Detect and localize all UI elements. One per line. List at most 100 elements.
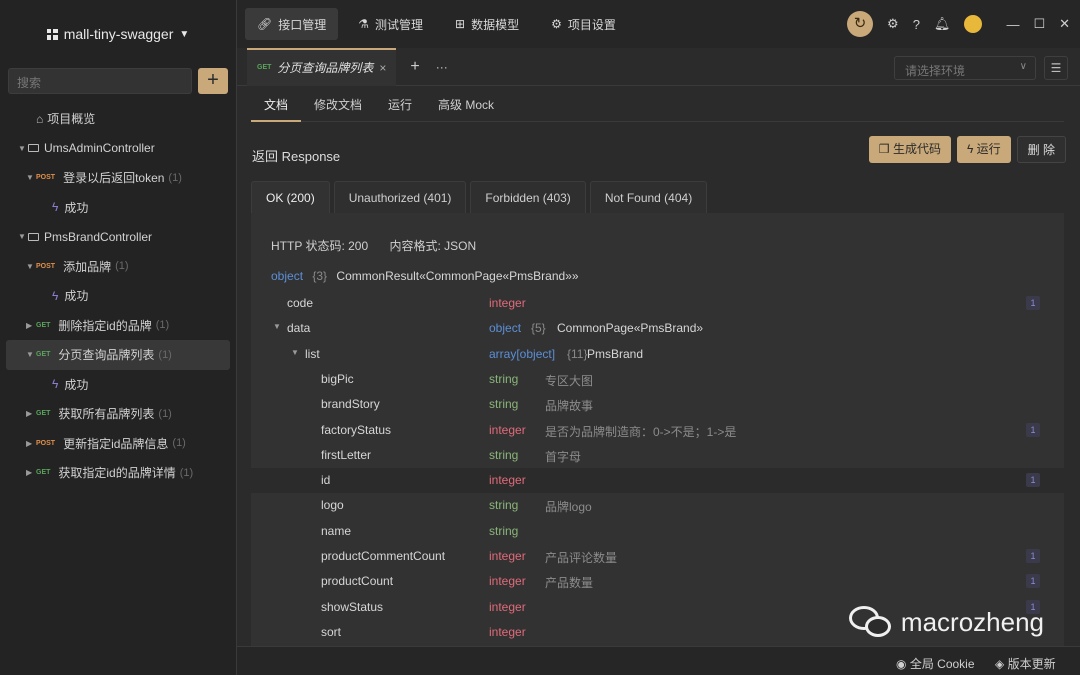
delete-button[interactable]: 删 除 [1016,136,1066,163]
sidebar-api[interactable]: ▶ GET 获取指定id的品牌详情 (1) [0,458,236,488]
count-badge: (1) [172,437,186,450]
top-bar: 🔗︎ 接口管理 ⚗︎ 测试管理 ⊞ 数据模型 ⚙︎ 项目设置 ↻ ⚙︎ ? 🔔︎ — ☐… [237,0,1080,48]
field-ref: CommonPage«PmsBrand» [557,321,704,336]
sidebar-folder[interactable]: ▼ PmsBrandController [0,222,236,252]
bolt-icon: ϟ [966,142,977,156]
caret-down-icon[interactable]: ▼ [291,348,299,357]
sidebar-api[interactable]: ▼ POST 登录以后返回token (1) [0,163,236,193]
field-desc: 品牌logo [545,500,592,515]
search-input[interactable]: 搜索 [8,68,192,94]
more-tabs-button[interactable]: ··· [436,60,448,74]
field-badge: 1 [1026,549,1040,563]
caret-down-icon: ▼ [18,232,26,242]
method-badge: GET [36,351,51,359]
method-badge: GET [257,64,272,71]
field-badge: 1 [1026,473,1040,488]
sidebar-api[interactable]: ▼ POST 添加品牌 (1) [0,252,236,282]
global-cookie-button[interactable]: ◉ 全局 Cookie [896,655,975,672]
schema-row: productCount integer 产品数量 1 [251,569,1064,594]
project-selector[interactable]: mall-tiny-swagger ▼ [0,0,236,68]
field-name: sort [321,624,342,639]
method-badge: POST [36,439,56,447]
field-type: string [489,447,519,462]
caret-down-icon: ▼ [18,143,26,153]
request-tab-title: 分页查询品牌列表 [277,61,374,75]
sidebar-response[interactable]: ϟ 成功 [0,370,236,400]
tab-edit-doc[interactable]: 修改文档 [301,86,375,122]
tab-ok-200[interactable]: OK (200) [251,181,330,213]
sidebar-api[interactable]: ▶ GET 获取所有品牌列表 (1) [0,399,236,429]
version-update-button[interactable]: ◈ 版本更新 [995,655,1056,672]
status-code: HTTP 状态码: 200 [271,239,369,253]
maximize-icon[interactable]: ☐ [1033,16,1045,32]
caret-down-icon: ▼ [179,28,190,40]
field-name: firstLetter [321,447,372,462]
tab-api-management[interactable]: 🔗︎ 接口管理 [245,8,339,40]
avatar[interactable] [964,15,983,33]
close-icon[interactable]: ✕ [1059,16,1070,32]
folder-icon [28,232,39,241]
field-name: bigPic [321,371,354,386]
field-name: code [287,296,314,310]
request-tab[interactable]: GET 分页查询品牌列表 × [247,47,397,86]
schema-row: name string [251,519,1064,544]
field-desc: 是否为品牌制造商：0->不是；1->是 [545,424,737,439]
field-type: string [489,523,519,538]
field-type: integer [489,549,526,563]
sidebar: mall-tiny-swagger ▼ 搜索 + ⌂ 项目概览 ▼ UmsAdmi… [0,0,237,675]
sidebar-item-overview[interactable]: ⌂ 项目概览 [0,104,236,134]
count-badge: (1) [155,319,170,332]
bell-icon[interactable]: 🔔︎ [934,16,951,32]
response-code-tabs: OK (200) Unauthorized (401) Forbidden (4… [251,181,708,213]
tab-forbidden-403[interactable]: Forbidden (403) [470,181,586,213]
field-type: integer [489,422,526,437]
caret-right-icon: ▶ [26,468,33,478]
add-button[interactable]: + [198,68,228,94]
schema-root: object {3} CommonResult«CommonPage«PmsBr… [271,269,579,283]
close-tab-icon[interactable]: × [379,61,386,75]
field-desc: 产品评论数量 [545,551,618,565]
sync-icon[interactable]: ↻ [847,11,874,37]
sidebar-response[interactable]: ϟ 成功 [0,281,236,311]
sidebar-item-label: 分页查询品牌列表 [58,348,155,363]
schema-row: brandStory string 品牌故事 [251,392,1064,417]
new-tab-button[interactable]: + [410,58,419,76]
wechat-icon [848,604,893,640]
run-button[interactable]: ϟ 运行 [956,136,1011,163]
caret-down-icon[interactable]: ▼ [273,322,281,331]
sidebar-folder[interactable]: ▼ UmsAdminController [0,134,236,164]
count-badge: (1) [115,260,129,273]
field-type: integer [489,599,526,614]
tab-data-model[interactable]: ⊞ 数据模型 [443,8,531,40]
sidebar-api[interactable]: ▼ GET 分页查询品牌列表 (1) [6,340,230,370]
sidebar-api[interactable]: ▶ POST 更新指定id品牌信息 (1) [0,429,236,459]
sidebar-item-label: 删除指定id的品牌 [58,318,152,333]
schema-row: bigPic string 专区大图 [251,367,1064,392]
tab-test-management[interactable]: ⚗︎ 测试管理 [346,8,435,40]
help-icon[interactable]: ? [913,17,920,32]
method-badge: GET [36,321,51,329]
flask-icon: ⚗︎ [358,17,370,31]
field-name: brandStory [321,397,380,412]
api-tree: ▼ UmsAdminController ▼ POST 登录以后返回token (1) ϟ 成… [0,134,236,488]
sidebar-response[interactable]: ϟ 成功 [0,193,236,223]
environment-menu-button[interactable]: ☰ [1044,56,1068,80]
tab-run[interactable]: 运行 [375,86,425,122]
caret-right-icon: ▶ [26,409,33,419]
tab-unauthorized-401[interactable]: Unauthorized (401) [333,181,467,213]
schema-row: code integer 1 [251,291,1064,316]
generate-code-button[interactable]: ❒ 生成代码 [868,136,951,163]
tab-project-settings[interactable]: ⚙︎ 项目设置 [539,8,628,40]
method-badge: GET [36,410,51,418]
field-name: productCommentCount [321,549,446,563]
environment-select[interactable]: 请选择环境 ∨ [894,56,1036,80]
settings-icon[interactable]: ⚙︎ [887,16,899,32]
sidebar-item-label: 成功 [64,377,89,392]
sidebar-item-label: 更新指定id品牌信息 [63,436,169,451]
tab-not-found-404[interactable]: Not Found (404) [589,181,708,213]
tab-doc[interactable]: 文档 [251,86,302,122]
field-desc: 首字母 [545,449,582,464]
tab-advanced-mock[interactable]: 高级 Mock [425,86,507,122]
minimize-icon[interactable]: — [1006,17,1019,32]
sidebar-api[interactable]: ▶ GET 删除指定id的品牌 (1) [0,311,236,341]
